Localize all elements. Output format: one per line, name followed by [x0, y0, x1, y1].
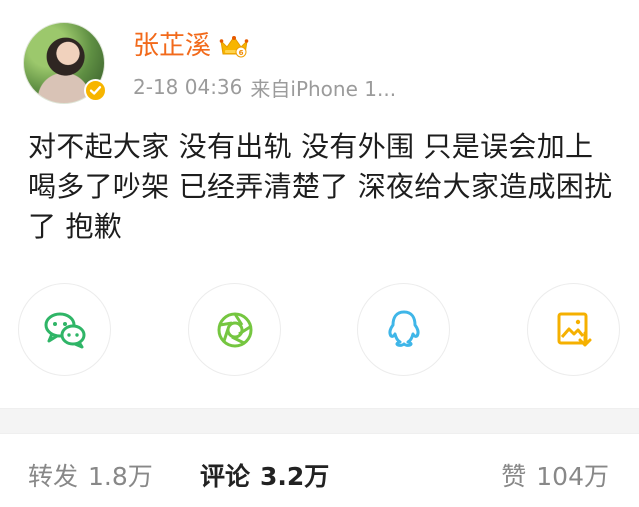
- repost-count: 1.8万: [88, 462, 153, 491]
- moments-icon: [217, 312, 252, 347]
- post-source[interactable]: 来自iPhone 1...: [250, 73, 396, 102]
- like-stat[interactable]: 赞 104万: [501, 457, 609, 493]
- comment-stat[interactable]: 评论 3.2万: [200, 457, 329, 493]
- share-wechat-button[interactable]: [18, 283, 111, 376]
- repost-stat[interactable]: 转发 1.8万: [28, 457, 153, 493]
- wechat-icon: [44, 312, 85, 348]
- avatar-container[interactable]: [23, 22, 107, 104]
- username-row: 张芷溪 6: [133, 28, 249, 64]
- share-row: [0, 283, 639, 378]
- share-qq-button[interactable]: [357, 283, 450, 376]
- share-moments-button[interactable]: [188, 283, 281, 376]
- verified-icon: [84, 79, 107, 102]
- qq-icon: [387, 310, 420, 347]
- save-image-icon: [557, 312, 591, 346]
- comment-label: 评论: [200, 462, 251, 491]
- comment-count: 3.2万: [260, 462, 330, 491]
- weibo-post-page: 张芷溪 6 2-18 04:36 来自iPhone 1... 对不起大家 没有出…: [0, 0, 639, 507]
- crown-icon: 6: [219, 36, 249, 58]
- post-timestamp: 2-18 04:36: [133, 75, 243, 99]
- post-meta: 2-18 04:36 来自iPhone 1...: [133, 73, 396, 101]
- post-stats: 转发 1.8万 评论 3.2万 赞 104万: [0, 448, 639, 500]
- repost-label: 转发: [28, 462, 79, 491]
- like-label: 赞: [501, 462, 527, 491]
- save-image-button[interactable]: [527, 283, 620, 376]
- post-text: 对不起大家 没有出轨 没有外围 只是误会加上喝多了吵架 已经弄清楚了 深夜给大家…: [28, 130, 613, 243]
- svg-text:6: 6: [239, 49, 244, 57]
- section-divider: [0, 408, 639, 434]
- username[interactable]: 张芷溪: [133, 30, 211, 62]
- like-count: 104万: [536, 462, 609, 491]
